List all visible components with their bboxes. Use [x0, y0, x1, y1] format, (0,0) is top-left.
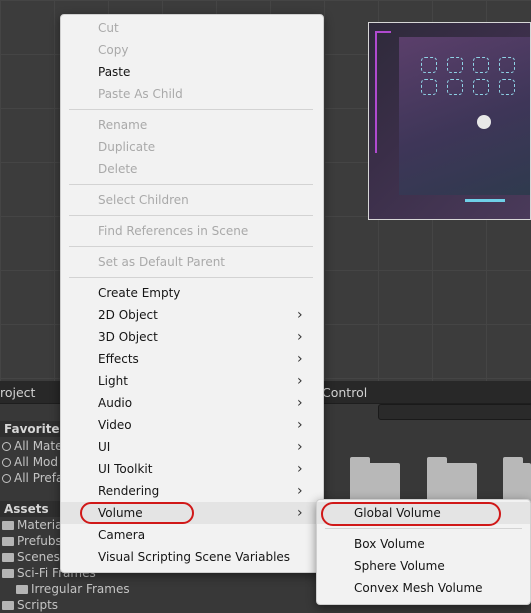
search-icon: [2, 458, 11, 467]
chevron-right-icon: ›: [297, 439, 303, 455]
tab-control[interactable]: Control: [322, 385, 367, 400]
menu-item-ui-toolkit[interactable]: UI Toolkit ›: [61, 458, 323, 480]
submenu-item-box-volume[interactable]: Box Volume: [317, 533, 530, 555]
folder-icon[interactable]: [427, 457, 477, 503]
chevron-right-icon: ›: [297, 373, 303, 389]
menu-item-3d-object[interactable]: 3D Object ›: [61, 326, 323, 348]
folder-icon: [2, 601, 14, 610]
chevron-right-icon: ›: [297, 329, 303, 345]
game-preview: [368, 22, 531, 220]
menu-item-audio[interactable]: Audio ›: [61, 392, 323, 414]
folder-icon: [16, 585, 28, 594]
asset-folder[interactable]: Materia: [2, 517, 62, 533]
menu-separator: [69, 277, 313, 278]
menu-item-rename[interactable]: Rename: [61, 114, 323, 136]
menu-item-select-children[interactable]: Select Children: [61, 189, 323, 211]
submenu-item-global-volume[interactable]: Global Volume: [317, 502, 530, 524]
folder-icon: [2, 569, 14, 578]
menu-item-copy[interactable]: Copy: [61, 39, 323, 61]
chevron-right-icon: ›: [297, 505, 303, 521]
menu-item-visual-scripting-scene-variables[interactable]: Visual Scripting Scene Variables: [61, 546, 323, 568]
frame-decoration: [375, 31, 391, 153]
brick-icon: [473, 79, 489, 95]
game-preview-background: [399, 37, 530, 195]
menu-item-rendering[interactable]: Rendering ›: [61, 480, 323, 502]
menu-item-effects[interactable]: Effects ›: [61, 348, 323, 370]
brick-icon: [499, 57, 515, 73]
brick-icon: [473, 57, 489, 73]
chevron-right-icon: ›: [297, 417, 303, 433]
chevron-right-icon: ›: [297, 307, 303, 323]
search-icon: [2, 442, 11, 451]
menu-item-create-empty[interactable]: Create Empty: [61, 282, 323, 304]
menu-separator: [325, 528, 522, 529]
brick-icon: [447, 57, 463, 73]
asset-folder[interactable]: Scripts: [2, 597, 58, 613]
folder-icon: [2, 553, 14, 562]
menu-item-cut[interactable]: Cut: [61, 17, 323, 39]
menu-item-set-default-parent[interactable]: Set as Default Parent: [61, 251, 323, 273]
menu-item-camera[interactable]: Camera: [61, 524, 323, 546]
project-search-input[interactable]: [378, 404, 531, 420]
asset-folder[interactable]: Scenes: [2, 549, 60, 565]
brick-icon: [421, 57, 437, 73]
brick-icon: [499, 79, 515, 95]
chevron-right-icon: ›: [297, 351, 303, 367]
menu-item-paste[interactable]: Paste: [61, 61, 323, 83]
submenu-item-sphere-volume[interactable]: Sphere Volume: [317, 555, 530, 577]
paddle-sprite: [465, 199, 505, 202]
favorite-item[interactable]: All Mate: [2, 438, 63, 454]
menu-item-paste-as-child[interactable]: Paste As Child: [61, 83, 323, 105]
menu-item-duplicate[interactable]: Duplicate: [61, 136, 323, 158]
menu-item-video[interactable]: Video ›: [61, 414, 323, 436]
search-icon: [2, 474, 11, 483]
favorite-item[interactable]: All Prefa: [2, 470, 63, 486]
menu-item-light[interactable]: Light ›: [61, 370, 323, 392]
brick-icon: [447, 79, 463, 95]
submenu-item-convex-mesh-volume[interactable]: Convex Mesh Volume: [317, 577, 530, 599]
menu-separator: [69, 109, 313, 110]
folder-icon: [2, 521, 14, 530]
menu-item-ui[interactable]: UI ›: [61, 436, 323, 458]
tab-project[interactable]: roject: [0, 385, 35, 400]
favorite-item[interactable]: All Mod: [2, 454, 58, 470]
folder-icon: [2, 537, 14, 546]
menu-item-delete[interactable]: Delete: [61, 158, 323, 180]
chevron-right-icon: ›: [297, 483, 303, 499]
menu-separator: [69, 246, 313, 247]
menu-item-2d-object[interactable]: 2D Object ›: [61, 304, 323, 326]
chevron-right-icon: ›: [297, 395, 303, 411]
menu-separator: [69, 184, 313, 185]
volume-submenu: Global Volume Box Volume Sphere Volume C…: [316, 499, 531, 605]
asset-folder[interactable]: Prefubs: [2, 533, 62, 549]
asset-folder[interactable]: Irregular Frames: [16, 581, 130, 597]
chevron-right-icon: ›: [297, 461, 303, 477]
folder-icon[interactable]: [503, 457, 531, 503]
menu-item-volume[interactable]: Volume ›: [61, 502, 323, 524]
ball-sprite: [477, 115, 491, 129]
menu-separator: [69, 215, 313, 216]
menu-item-find-references[interactable]: Find References in Scene: [61, 220, 323, 242]
folder-icon[interactable]: [350, 457, 400, 503]
brick-icon: [421, 79, 437, 95]
context-menu: Cut Copy Paste Paste As Child Rename Dup…: [60, 14, 324, 573]
